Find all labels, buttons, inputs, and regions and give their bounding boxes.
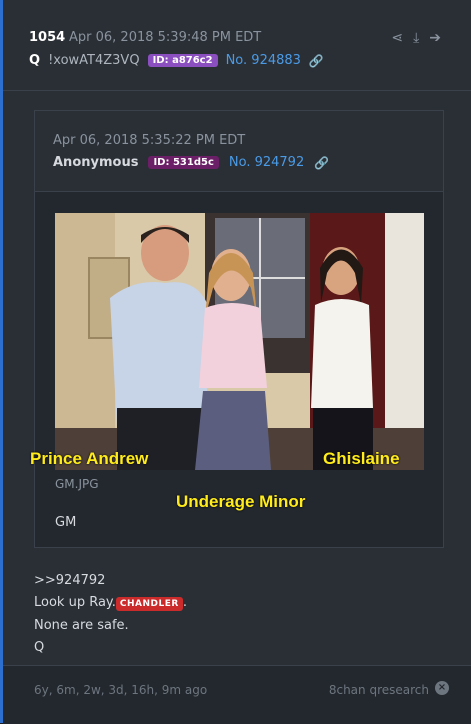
quoted-date: Apr 06, 2018 5:35:22 PM EDT xyxy=(53,133,246,148)
photo-illustration xyxy=(55,213,424,470)
post-body: >>924792 Look up Ray. CHANDLER. None are … xyxy=(34,570,187,659)
post-footer: 6y, 6m, 2w, 3d, 16h, 9m ago 8chan qresea… xyxy=(3,665,471,724)
caption-right: Ghislaine xyxy=(323,449,400,468)
post-date: Apr 06, 2018 5:39:48 PM EDT xyxy=(69,30,262,45)
header-actions: ⋖ ⤓ ➔ xyxy=(391,30,441,46)
highlight-tag: CHANDLER xyxy=(115,597,183,611)
quoted-post: Apr 06, 2018 5:35:22 PM EDT Anonymous ID… xyxy=(34,110,444,548)
body-line-4: Q xyxy=(34,640,45,655)
share-icon[interactable]: ⋖ xyxy=(391,30,403,46)
quoted-header: Apr 06, 2018 5:35:22 PM EDT Anonymous ID… xyxy=(35,111,443,192)
source-label: 8chan qresearch xyxy=(328,683,429,697)
quoted-text: GM xyxy=(55,515,77,530)
quoted-author-line: Anonymous ID: 531d5c No. 924792 🔗 xyxy=(53,155,329,170)
author-line: Q !xowAT4Z3VQ ID: a876c2 No. 924883 🔗 xyxy=(29,53,324,68)
body-text: Look up Ray. xyxy=(34,595,116,610)
attached-photo[interactable] xyxy=(55,213,424,470)
author-name: Q xyxy=(29,53,41,68)
relative-time: 6y, 6m, 2w, 3d, 16h, 9m ago xyxy=(34,683,208,697)
body-line-2: Look up Ray. CHANDLER. xyxy=(34,592,187,615)
close-icon[interactable]: × xyxy=(435,681,449,695)
reply-reference[interactable]: >>924792 xyxy=(34,570,187,592)
body-text-suffix: . xyxy=(182,595,187,610)
download-icon[interactable]: ⤓ xyxy=(413,30,419,46)
quoted-author: Anonymous xyxy=(53,155,139,170)
post-number: 1054 xyxy=(29,30,66,45)
post-card: 1054 Apr 06, 2018 5:39:48 PM EDT Q !xowA… xyxy=(0,0,471,724)
body-line-3: None are safe. xyxy=(34,618,129,633)
link-icon[interactable]: 🔗 xyxy=(309,54,324,68)
link-icon[interactable]: 🔗 xyxy=(314,156,329,170)
file-name[interactable]: GM.JPG xyxy=(55,477,99,491)
caption-center: Underage Minor xyxy=(176,492,306,511)
poster-id-badge: ID: a876c2 xyxy=(147,54,218,67)
post-no-link[interactable]: No. 924883 xyxy=(226,53,301,68)
tripcode: !xowAT4Z3VQ xyxy=(48,53,140,68)
caption-left: Prince Andrew xyxy=(30,449,149,468)
quoted-id-badge: ID: 531d5c xyxy=(148,156,219,169)
quoted-no-link[interactable]: No. 924792 xyxy=(229,155,304,170)
post-header: 1054 Apr 06, 2018 5:39:48 PM EDT Q !xowA… xyxy=(3,0,471,91)
arrow-right-icon[interactable]: ➔ xyxy=(429,30,441,46)
